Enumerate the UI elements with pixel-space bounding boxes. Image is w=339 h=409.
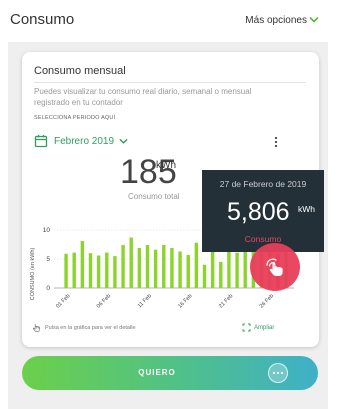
x-tick-label: 11 Feb	[137, 293, 153, 309]
divider	[34, 82, 306, 83]
hand-pointer-icon	[33, 323, 40, 332]
x-tick-label: 21 Feb	[218, 293, 234, 309]
y-tick-label: 10	[43, 227, 51, 234]
chart-bar[interactable]	[80, 241, 85, 288]
y-tick-label: 0	[46, 285, 50, 292]
tooltip-label: Consumo	[244, 234, 282, 244]
app-header: Consumo Más opciones	[0, 0, 339, 42]
y-axis-label: CONSUMO (en kWh)	[30, 248, 36, 301]
more-options-button[interactable]: Más opciones	[245, 15, 307, 26]
chart-bar[interactable]	[162, 245, 166, 288]
chart-bar[interactable]	[64, 253, 68, 288]
tooltip-date: 27 de Febrero de 2019	[219, 179, 307, 189]
chart-bar[interactable]	[113, 256, 117, 288]
chart-bar[interactable]	[186, 254, 190, 288]
chart-bar[interactable]	[178, 251, 182, 288]
chart-bar[interactable]	[96, 255, 101, 288]
more-vertical-icon[interactable]	[272, 136, 280, 148]
chart-bar[interactable]	[153, 249, 158, 288]
chart-bar[interactable]	[137, 247, 142, 288]
expand-icon	[242, 323, 251, 332]
total-consumption-unit: kWh	[156, 160, 176, 171]
quiero-button-label: QUIERO	[138, 368, 176, 377]
chart-bar[interactable]	[145, 245, 150, 288]
chart-bar[interactable]	[72, 252, 76, 288]
card-title: Consumo mensual	[34, 65, 126, 77]
period-selector[interactable]: Febrero 2019	[34, 134, 134, 148]
chart-bar[interactable]	[121, 245, 125, 288]
chart-bar[interactable]	[88, 253, 93, 288]
calendar-icon	[34, 135, 48, 148]
chart-bar[interactable]	[227, 248, 231, 288]
y-tick-label: 5	[46, 256, 50, 263]
chart-bar[interactable]	[202, 264, 207, 288]
chart-bar[interactable]	[243, 251, 247, 288]
expand-button[interactable]: Ampliar	[242, 323, 274, 332]
expand-label: Ampliar	[254, 324, 275, 331]
total-consumption-label: Consumo total	[128, 192, 180, 201]
chart-bar[interactable]	[170, 247, 174, 288]
period-label: SELECCIONA PERIODO AQUÍ	[34, 115, 116, 121]
x-tick-label: 06 Feb	[96, 293, 112, 309]
chart-tooltip: 27 de Febrero de 2019 5,806 kWh Consumo	[202, 170, 324, 252]
chart-bar[interactable]	[129, 237, 133, 288]
tooltip-value: 5,806	[227, 198, 290, 226]
chart-bar[interactable]	[194, 242, 199, 288]
quiero-button[interactable]: QUIERO	[22, 356, 318, 390]
card-description: Puedes visualizar tu consumo real diario…	[34, 87, 252, 107]
tooltip-unit: kWh	[298, 204, 315, 214]
touch-indicator	[250, 243, 300, 291]
chart-hint-text: Pulsa en la gráfica para ver el detalle	[45, 324, 136, 331]
chevron-down-icon	[119, 138, 128, 144]
x-tick-label: 16 Feb	[177, 293, 193, 309]
more-options-icon[interactable]	[268, 363, 288, 383]
chart-bar[interactable]	[235, 252, 239, 288]
x-tick-label: 26 Feb	[259, 293, 275, 309]
page-title: Consumo	[10, 11, 75, 28]
tap-gesture-icon	[266, 258, 283, 276]
x-tick-label: 01 Feb	[55, 293, 71, 309]
chevron-down-icon[interactable]	[309, 15, 319, 25]
chart-hint: Pulsa en la gráfica para ver el detalle	[32, 323, 136, 332]
chart-bar[interactable]	[219, 261, 223, 288]
chart-bar[interactable]	[105, 252, 109, 288]
period-value: Febrero 2019	[54, 135, 115, 147]
